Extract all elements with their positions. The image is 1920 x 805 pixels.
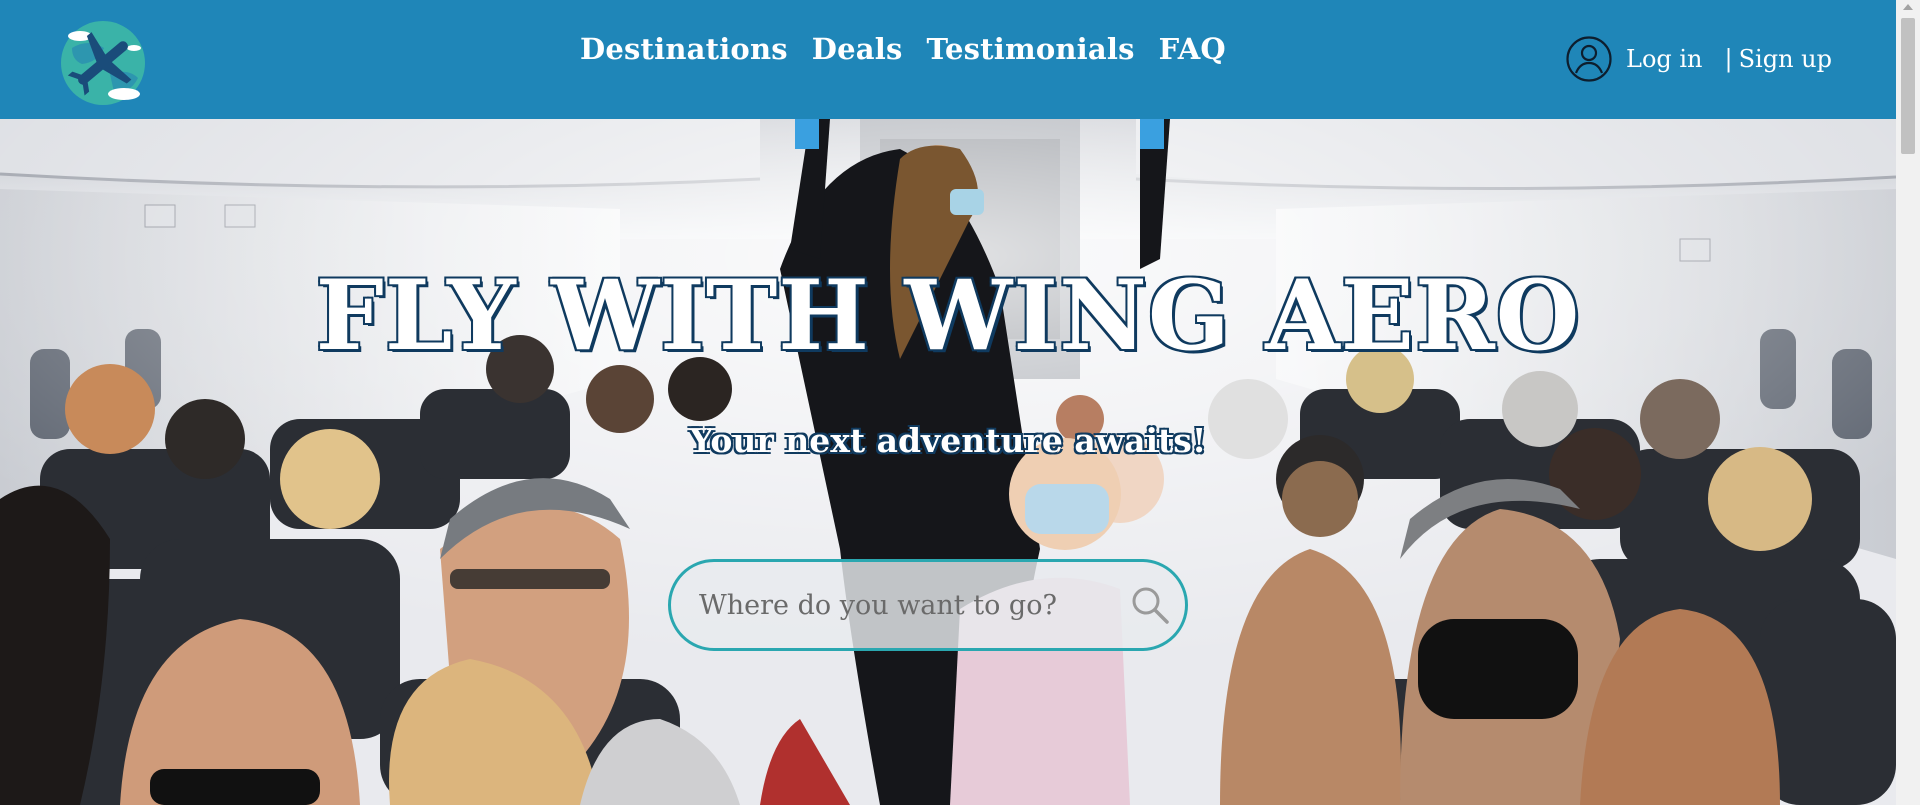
nav-testimonials[interactable]: Testimonials xyxy=(927,32,1135,66)
airplane-cabin-background-image xyxy=(0,119,1896,805)
hero-section: FLY WITH WING AERO Your next adventure a… xyxy=(0,119,1896,805)
nav-deals[interactable]: Deals xyxy=(812,32,903,66)
airplane-globe-logo-icon xyxy=(61,21,145,105)
logo[interactable] xyxy=(58,18,148,108)
hero-title: FLY WITH WING AERO xyxy=(314,258,1581,374)
auth-area: Log in | Sign up xyxy=(1566,36,1832,82)
login-link[interactable]: Log in xyxy=(1626,45,1703,73)
nav-destinations[interactable]: Destinations xyxy=(580,32,788,66)
search-bar xyxy=(668,559,1188,651)
nav-faq[interactable]: FAQ xyxy=(1159,32,1226,66)
search-input[interactable] xyxy=(697,588,1111,622)
vertical-scrollbar[interactable] xyxy=(1896,0,1920,805)
search-icon[interactable] xyxy=(1129,584,1171,626)
user-circle-icon[interactable] xyxy=(1566,36,1612,82)
auth-separator: | xyxy=(1724,45,1733,73)
scroll-thumb[interactable] xyxy=(1901,18,1915,154)
scroll-up-arrow-icon[interactable] xyxy=(1903,4,1913,10)
main-nav: Destinations Deals Testimonials FAQ xyxy=(580,32,1226,66)
hero-subtitle: Your next adventure awaits! xyxy=(689,421,1207,460)
signup-link[interactable]: Sign up xyxy=(1739,45,1832,73)
page: Destinations Deals Testimonials FAQ Log … xyxy=(0,0,1896,805)
navbar: Destinations Deals Testimonials FAQ Log … xyxy=(0,0,1896,119)
